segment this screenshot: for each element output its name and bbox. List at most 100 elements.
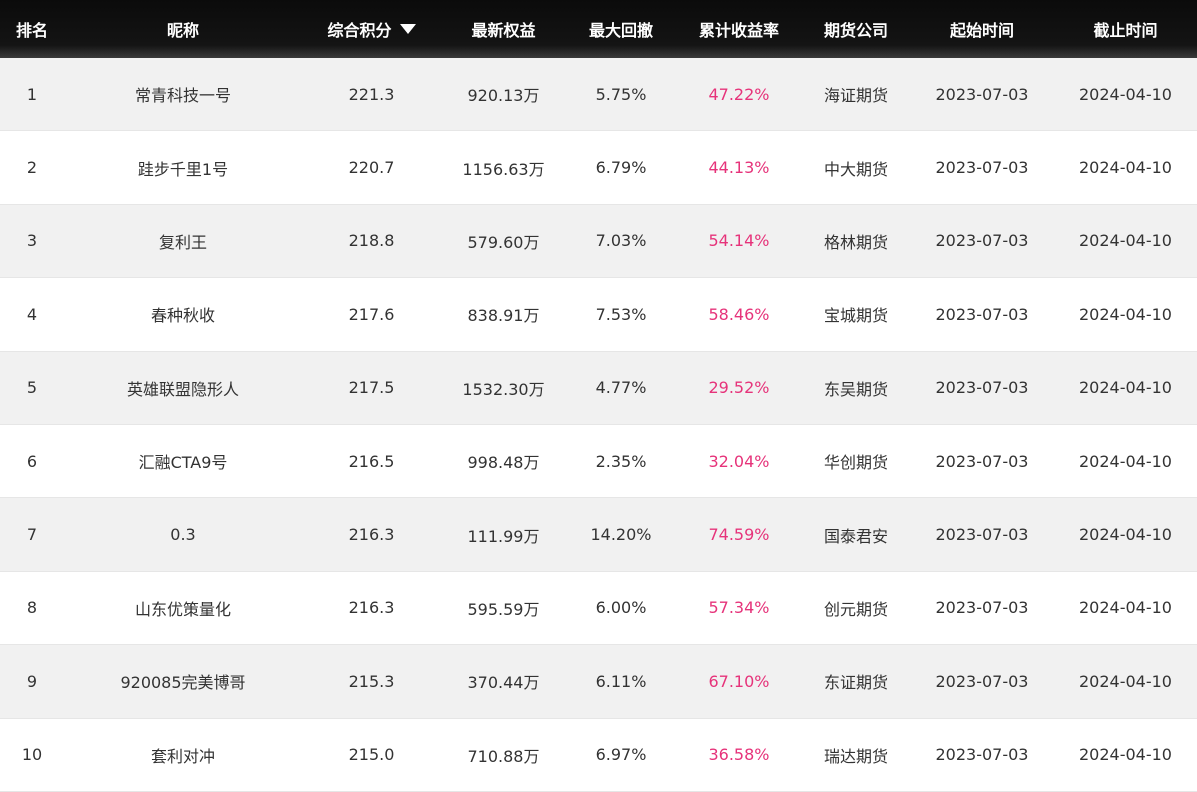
- cell-equity: 998.48万: [467, 453, 540, 473]
- cell-broker: 格林期货: [823, 232, 888, 252]
- cell-drawdown: 6.97%: [595, 745, 647, 765]
- cell-score: 216.3: [348, 525, 395, 545]
- cell-nickname[interactable]: 汇融CTA9号: [64, 449, 302, 473]
- cell-drawdown: 14.20%: [590, 525, 652, 545]
- header-start[interactable]: 起始时间: [910, 17, 1054, 41]
- cell-return: 74.59%: [708, 525, 770, 545]
- cell-nickname[interactable]: 920085完美博哥: [64, 669, 302, 693]
- cell-start-date: 2023-07-03: [935, 451, 1029, 471]
- cell-drawdown: 7.03%: [595, 231, 647, 251]
- cell-equity: 595.59万: [467, 599, 540, 619]
- cell-score: 220.7: [348, 158, 395, 178]
- cell-score: 217.5: [348, 378, 395, 398]
- cell-start-date: 2023-07-03: [935, 231, 1029, 251]
- cell-equity: 838.91万: [467, 306, 540, 326]
- cell-drawdown: 4.77%: [595, 378, 647, 398]
- cell-start-date: 2023-07-03: [935, 304, 1029, 324]
- cell-rank: 7: [26, 525, 38, 545]
- cell-end-date: 2024-04-10: [1079, 745, 1172, 765]
- cell-end-date: 2024-04-10: [1079, 158, 1172, 178]
- cell-drawdown: 7.53%: [595, 304, 647, 324]
- cell-drawdown: 6.79%: [595, 158, 647, 178]
- table-row[interactable]: 6 汇融CTA9号 216.5 998.48万 2.35% 32.04% 华创期货 2023-…: [0, 424, 1197, 499]
- cell-rank: 3: [26, 231, 38, 251]
- cell-rank: 9: [26, 671, 38, 691]
- cell-return: 58.46%: [708, 304, 770, 324]
- caret-down-icon[interactable]: [399, 24, 416, 34]
- cell-start-date: 2023-07-03: [935, 84, 1029, 104]
- header-broker[interactable]: 期货公司: [802, 17, 910, 41]
- table-row[interactable]: 10 套利对冲 215.0 710.88万 6.97% 36.58% 瑞达期货 2023-07…: [0, 718, 1197, 792]
- cell-start-date: 2023-07-03: [935, 671, 1029, 691]
- cell-equity: 710.88万: [467, 746, 540, 766]
- cell-nickname[interactable]: 跬步千里1号: [64, 156, 302, 180]
- cell-start-date: 2023-07-03: [935, 378, 1029, 398]
- table-row[interactable]: 5 英雄联盟隐形人 217.5 1532.30万 4.77% 29.52% 东吴期货 2023…: [0, 351, 1197, 425]
- table-row[interactable]: 4 春种秋收 217.6 838.91万 7.53% 58.46% 宝城期货 2023-07-…: [0, 278, 1197, 352]
- cell-score: 216.3: [348, 598, 395, 618]
- cell-return: 36.58%: [708, 745, 770, 765]
- cell-broker: 宝城期货: [823, 306, 888, 326]
- cell-nickname[interactable]: 0.3: [64, 525, 302, 544]
- cell-rank: 4: [26, 304, 38, 324]
- cell-return: 32.04%: [708, 451, 770, 471]
- cell-nickname[interactable]: 英雄联盟隐形人: [64, 376, 302, 400]
- cell-drawdown: 6.00%: [595, 598, 647, 618]
- table-row[interactable]: 3 复利王 218.8 579.60万 7.03% 54.14% 格林期货 2023-07-0…: [0, 204, 1197, 279]
- cell-score: 215.3: [348, 671, 395, 691]
- cell-rank: 2: [26, 158, 38, 178]
- cell-return: 44.13%: [708, 158, 770, 178]
- header-score-label: 综合积分: [327, 21, 392, 40]
- header-equity[interactable]: 最新权益: [441, 17, 566, 41]
- table-row[interactable]: 9 920085完美博哥 215.3 370.44万 6.11% 67.10% 东证期货 20…: [0, 645, 1197, 719]
- cell-score: 221.3: [348, 84, 395, 104]
- cell-end-date: 2024-04-10: [1079, 598, 1172, 618]
- cell-return: 67.10%: [708, 671, 770, 691]
- header-rank[interactable]: 排名: [0, 17, 64, 41]
- cell-end-date: 2024-04-10: [1079, 378, 1172, 398]
- header-nickname[interactable]: 昵称: [64, 17, 302, 41]
- cell-rank: 5: [26, 378, 38, 398]
- header-score-sort[interactable]: 综合积分: [302, 17, 441, 41]
- cell-nickname[interactable]: 春种秋收: [64, 302, 302, 326]
- cell-rank: 1: [26, 84, 38, 104]
- cell-start-date: 2023-07-03: [935, 598, 1029, 618]
- table-body: 1 常青科技一号 221.3 920.13万 5.75% 47.22% 海证期货 2023-0…: [0, 58, 1197, 792]
- table-row[interactable]: 2 跬步千里1号 220.7 1156.63万 6.79% 44.13% 中大期货 2023-…: [0, 131, 1197, 205]
- cell-rank: 6: [26, 451, 38, 471]
- cell-broker: 华创期货: [823, 453, 888, 473]
- cell-broker: 国泰君安: [823, 526, 888, 546]
- cell-end-date: 2024-04-10: [1079, 451, 1172, 471]
- cell-start-date: 2023-07-03: [935, 745, 1029, 765]
- cell-broker: 东吴期货: [823, 379, 888, 399]
- cell-drawdown: 5.75%: [595, 84, 647, 104]
- cell-end-date: 2024-04-10: [1079, 304, 1172, 324]
- cell-score: 216.5: [348, 451, 395, 471]
- cell-equity: 920.13万: [467, 86, 540, 106]
- cell-nickname[interactable]: 套利对冲: [64, 743, 302, 767]
- cell-return: 54.14%: [708, 231, 770, 251]
- cell-start-date: 2023-07-03: [935, 158, 1029, 178]
- cell-broker: 海证期货: [823, 86, 888, 106]
- cell-nickname[interactable]: 复利王: [64, 229, 302, 253]
- header-end[interactable]: 截止时间: [1054, 17, 1197, 41]
- cell-end-date: 2024-04-10: [1079, 84, 1172, 104]
- cell-equity: 579.60万: [467, 232, 540, 252]
- cell-end-date: 2024-04-10: [1079, 231, 1172, 251]
- header-drawdown[interactable]: 最大回撤: [566, 17, 676, 41]
- header-return[interactable]: 累计收益率: [676, 17, 802, 41]
- table-row[interactable]: 7 0.3 216.3 111.99万 14.20% 74.59% 国泰君安 2023-07-…: [0, 498, 1197, 572]
- table-row[interactable]: 8 山东优策量化 216.3 595.59万 6.00% 57.34% 创元期货 2023-0…: [0, 571, 1197, 646]
- cell-score: 215.0: [348, 745, 395, 765]
- cell-score: 217.6: [348, 304, 395, 324]
- cell-start-date: 2023-07-03: [935, 525, 1029, 545]
- cell-nickname[interactable]: 山东优策量化: [64, 596, 302, 620]
- cell-equity: 1156.63万: [462, 159, 545, 179]
- ranking-table: 排名 昵称 综合积分 最新权益 最大回撤 累计收益率 期货公司 起始时间 截止时…: [0, 0, 1197, 792]
- cell-drawdown: 2.35%: [595, 451, 647, 471]
- table-header: 排名 昵称 综合积分 最新权益 最大回撤 累计收益率 期货公司 起始时间 截止时…: [0, 0, 1197, 58]
- cell-broker: 东证期货: [823, 673, 888, 693]
- cell-end-date: 2024-04-10: [1079, 671, 1172, 691]
- cell-nickname[interactable]: 常青科技一号: [64, 82, 302, 106]
- table-row[interactable]: 1 常青科技一号 221.3 920.13万 5.75% 47.22% 海证期货 2023-0…: [0, 58, 1197, 132]
